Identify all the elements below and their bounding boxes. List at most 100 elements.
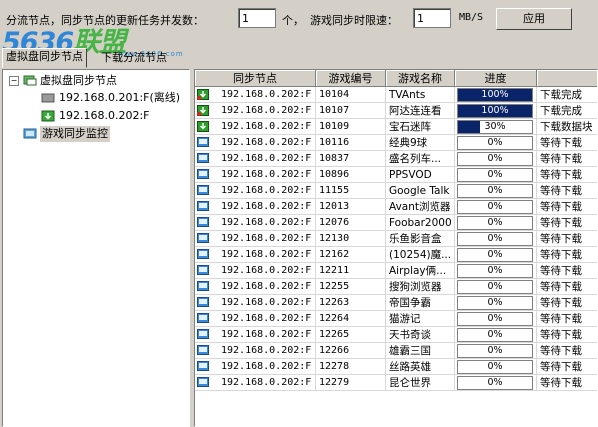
sync-task-grid: 同步节点 游戏编号 游戏名称 进度 192.168.0.202:F 10104 TV… xyxy=(194,69,598,427)
cell-status: 等待下载 xyxy=(537,295,597,311)
concurrency-input[interactable] xyxy=(238,8,276,28)
tree-game-sync-monitor[interactable]: 游戏同步监控 xyxy=(40,126,110,142)
cell-game-name: 搜狗浏览器 xyxy=(386,279,455,295)
cell-progress: 30% xyxy=(455,119,537,135)
cell-status: 等待下载 xyxy=(537,247,597,263)
column-header-game-name[interactable]: 游戏名称 xyxy=(386,70,455,87)
table-row[interactable]: 192.168.0.202:F 10104 TVAnts 100% 下载完成 xyxy=(195,87,597,103)
cell-status: 等待下载 xyxy=(537,375,597,391)
apply-button[interactable]: 应用 xyxy=(496,8,572,30)
table-row[interactable]: 192.168.0.202:F 12265 天书奇谈 0% 等待下载 xyxy=(195,327,597,343)
table-row[interactable]: 192.168.0.202:F 12264 猫游记 0% 等待下载 xyxy=(195,311,597,327)
progress-bar: 0% xyxy=(457,136,533,150)
table-row[interactable]: 192.168.0.202:F 10896 PPSVOD 0% 等待下载 xyxy=(195,167,597,183)
progress-bar: 0% xyxy=(457,264,533,278)
table-row[interactable]: 192.168.0.202:F 12013 Avant浏览器 0% 等待下载 xyxy=(195,199,597,215)
cell-game-id: 12076 xyxy=(316,215,386,231)
progress-bar: 0% xyxy=(457,184,533,198)
concurrency-unit: 个， xyxy=(282,14,304,27)
cell-game-name: 帝国争霸 xyxy=(386,295,455,311)
table-row[interactable]: 192.168.0.202:F 12263 帝国争霸 0% 等待下载 xyxy=(195,295,597,311)
waiting-icon xyxy=(197,153,209,163)
progress-text: 30% xyxy=(484,121,506,132)
progress-bar: 0% xyxy=(457,232,533,246)
cell-node: 192.168.0.202:F xyxy=(195,215,316,231)
progress-bar: 0% xyxy=(457,296,533,310)
tab-download-distribution[interactable]: 下载分流节点 xyxy=(98,50,170,66)
speed-unit: MB/S xyxy=(459,12,484,23)
waiting-icon xyxy=(197,169,209,179)
table-row[interactable]: 192.168.0.202:F 10107 阿达连连看 100% 下载完成 xyxy=(195,103,597,119)
table-row[interactable]: 192.168.0.202:F 12211 Airplay俩... 0% 等待下载 xyxy=(195,263,597,279)
column-header-status[interactable] xyxy=(537,70,597,87)
progress-text: 0% xyxy=(487,217,503,228)
cell-game-name: 乐鱼影音盒 xyxy=(386,231,455,247)
tree-node-online[interactable]: 192.168.0.202:F xyxy=(59,108,150,124)
waiting-icon xyxy=(197,201,209,211)
column-header-progress[interactable]: 进度 xyxy=(455,70,537,87)
collapse-toggle[interactable]: − xyxy=(9,76,19,86)
node-address: 192.168.0.202:F xyxy=(221,297,312,308)
cell-progress: 0% xyxy=(455,327,537,343)
cell-status: 等待下载 xyxy=(537,311,597,327)
node-address: 192.168.0.202:F xyxy=(221,89,312,100)
progress-text: 0% xyxy=(487,249,503,260)
table-row[interactable]: 192.168.0.202:F 12076 Foobar2000 0% 等待下载 xyxy=(195,215,597,231)
node-address: 192.168.0.202:F xyxy=(221,249,312,260)
sync-folder-icon xyxy=(23,75,37,86)
table-row[interactable]: 192.168.0.202:F 12130 乐鱼影音盒 0% 等待下载 xyxy=(195,231,597,247)
table-row[interactable]: 192.168.0.202:F 12279 昆仑世界 0% 等待下载 xyxy=(195,375,597,391)
tab-strip: 虚拟盘同步节点 下载分流节点 xyxy=(0,48,598,68)
cell-game-id: 12278 xyxy=(316,359,386,375)
cell-node: 192.168.0.202:F xyxy=(195,375,316,391)
column-header-node[interactable]: 同步节点 xyxy=(195,70,316,87)
progress-text: 0% xyxy=(487,361,503,372)
progress-text: 0% xyxy=(487,297,503,308)
download-complete-icon xyxy=(197,89,209,100)
cell-game-id: 10104 xyxy=(316,87,386,103)
table-row[interactable]: 192.168.0.202:F 10109 宝石迷阵 30% 下载数据块 xyxy=(195,119,597,135)
progress-text: 0% xyxy=(487,345,503,356)
cell-node: 192.168.0.202:F xyxy=(195,199,316,215)
progress-bar: 0% xyxy=(457,248,533,262)
table-row[interactable]: 192.168.0.202:F 11155 Google Talk 0% 等待下载 xyxy=(195,183,597,199)
tab-virtual-disk-sync[interactable]: 虚拟盘同步节点 xyxy=(2,48,87,68)
table-row[interactable]: 192.168.0.202:F 12162 (10254)魔... 0% 等待下载 xyxy=(195,247,597,263)
cell-node: 192.168.0.202:F xyxy=(195,327,316,343)
cell-game-id: 10896 xyxy=(316,167,386,183)
progress-text: 0% xyxy=(487,281,503,292)
waiting-icon xyxy=(197,281,209,291)
tree-node-offline[interactable]: 192.168.0.201:F(离线) xyxy=(59,90,180,106)
table-row[interactable]: 192.168.0.202:F 10116 经典9球 0% 等待下载 xyxy=(195,135,597,151)
cell-progress: 0% xyxy=(455,215,537,231)
waiting-icon xyxy=(197,137,209,147)
speed-limit-input[interactable] xyxy=(413,8,451,28)
cell-node: 192.168.0.202:F xyxy=(195,359,316,375)
progress-bar: 0% xyxy=(457,376,533,390)
cell-game-name: 丝路英雄 xyxy=(386,359,455,375)
cell-game-name: Foobar2000 xyxy=(386,215,455,231)
cell-game-name: 经典9球 xyxy=(386,135,455,151)
cell-node: 192.168.0.202:F xyxy=(195,311,316,327)
progress-text: 0% xyxy=(487,377,503,388)
cell-game-id: 12255 xyxy=(316,279,386,295)
tree-root-label[interactable]: 虚拟盘同步节点 xyxy=(40,73,117,89)
cell-node: 192.168.0.202:F xyxy=(195,343,316,359)
table-row[interactable]: 192.168.0.202:F 12278 丝路英雄 0% 等待下载 xyxy=(195,359,597,375)
table-row[interactable]: 192.168.0.202:F 12255 搜狗浏览器 0% 等待下载 xyxy=(195,279,597,295)
table-row[interactable]: 192.168.0.202:F 10837 盛名列车... 0% 等待下载 xyxy=(195,151,597,167)
progress-bar: 100% xyxy=(457,104,533,118)
progress-text: 100% xyxy=(481,105,509,116)
waiting-icon xyxy=(197,329,209,339)
progress-text: 100% xyxy=(481,89,509,100)
cell-game-id: 10107 xyxy=(316,103,386,119)
cell-progress: 0% xyxy=(455,151,537,167)
progress-bar: 0% xyxy=(457,344,533,358)
column-header-game-id[interactable]: 游戏编号 xyxy=(316,70,386,87)
cell-node: 192.168.0.202:F xyxy=(195,263,316,279)
cell-game-id: 12130 xyxy=(316,231,386,247)
cell-node: 192.168.0.202:F xyxy=(195,103,316,119)
cell-node: 192.168.0.202:F xyxy=(195,119,316,135)
cell-node: 192.168.0.202:F xyxy=(195,135,316,151)
table-row[interactable]: 192.168.0.202:F 12266 雄霸三国 0% 等待下载 xyxy=(195,343,597,359)
